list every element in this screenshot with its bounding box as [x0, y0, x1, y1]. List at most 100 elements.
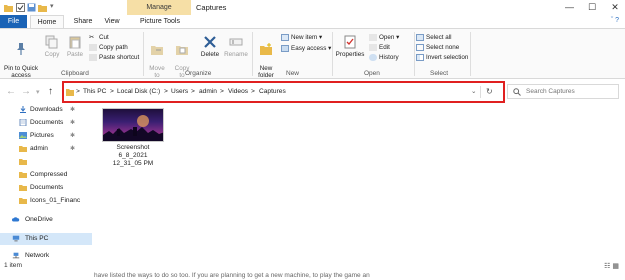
- select-none-icon: [416, 44, 424, 51]
- close-button[interactable]: ✕: [611, 0, 619, 15]
- paste-shortcut-button[interactable]: Paste shortcut: [89, 54, 139, 62]
- back-arrow-icon[interactable]: ←: [6, 86, 16, 97]
- group-open-label: Open: [364, 70, 380, 77]
- pin-icon: ✱: [70, 120, 76, 126]
- new-folder-icon: [260, 43, 272, 55]
- separator: [470, 32, 471, 76]
- nav-label: Documents: [30, 119, 64, 126]
- tab-picture-tools[interactable]: Picture Tools: [130, 15, 190, 28]
- cut-button[interactable]: ✂ Cut: [89, 34, 109, 42]
- open-button[interactable]: Open ▾: [369, 34, 399, 42]
- group-select-label: Select: [430, 70, 449, 77]
- folder-icon: [19, 172, 27, 178]
- view-mode-icons[interactable]: ☷ ▦: [604, 262, 619, 270]
- address-highlight-box: [62, 81, 505, 103]
- file-list: Screenshot 6_8_2021 12_31_05 PM: [93, 104, 625, 274]
- file-thumbnail: [102, 108, 164, 142]
- edit-button[interactable]: Edit: [369, 44, 390, 52]
- nav-item-network[interactable]: Network: [0, 250, 92, 262]
- tab-file[interactable]: File: [0, 15, 27, 28]
- new-folder-button[interactable]: New folder: [254, 35, 278, 79]
- title-bar: ▾ Manage Captures — ☐ ✕: [0, 0, 625, 15]
- easy-access-button[interactable]: Easy access ▾: [281, 45, 331, 53]
- easy-access-icon: [281, 45, 289, 52]
- rename-button[interactable]: Rename: [223, 35, 249, 58]
- status-bar: 1 item ☷ ▦: [0, 262, 625, 272]
- paste-button[interactable]: Paste: [64, 35, 86, 58]
- move-to-button[interactable]: Move to: [146, 35, 168, 79]
- maximize-button[interactable]: ☐: [588, 0, 596, 15]
- select-all-icon: [416, 34, 424, 41]
- new-item-icon: [281, 34, 289, 41]
- nav-item-this-pc[interactable]: This PC: [0, 233, 92, 245]
- window-title: Captures: [196, 3, 227, 12]
- nav-item-compressed[interactable]: Compressed: [0, 169, 92, 181]
- new-item-button[interactable]: New item ▾: [281, 34, 322, 42]
- group-new-label: New: [286, 70, 300, 77]
- nav-item-onedrive[interactable]: OneDrive: [0, 214, 92, 226]
- rename-label: Rename: [224, 51, 248, 58]
- nav-label: Icons_01_Financ: [30, 197, 81, 204]
- nav-item-admin[interactable]: admin ✱: [0, 143, 92, 155]
- nav-item-icons[interactable]: Icons_01_Financ: [0, 195, 92, 207]
- invert-selection-label: Invert selection: [426, 54, 469, 62]
- edit-label: Edit: [379, 44, 390, 52]
- separator: [143, 32, 144, 76]
- customize-qa-icon[interactable]: ▾: [50, 2, 54, 10]
- tab-share[interactable]: Share: [70, 15, 96, 28]
- folder-icon: [19, 159, 27, 165]
- properties-button[interactable]: Properties: [334, 35, 366, 58]
- select-all-button[interactable]: Select all: [416, 34, 452, 42]
- nav-item-empty-folder[interactable]: [0, 156, 92, 168]
- paste-label: Paste: [66, 51, 84, 58]
- file-item[interactable]: Screenshot 6_8_2021 12_31_05 PM: [100, 107, 166, 175]
- up-arrow-icon[interactable]: ↑: [48, 86, 53, 97]
- manage-tab[interactable]: Manage: [127, 0, 191, 15]
- checkmark-icon[interactable]: [16, 3, 25, 12]
- cloud-icon: [12, 217, 20, 222]
- search-input[interactable]: [526, 86, 614, 97]
- tab-view[interactable]: View: [100, 15, 124, 28]
- history-label: History: [379, 54, 399, 62]
- history-button[interactable]: History: [369, 54, 399, 62]
- nav-label: Compressed: [30, 171, 68, 178]
- group-organize-label: Organize: [185, 70, 212, 77]
- pin-quick-access-button[interactable]: Pin to Quick access: [2, 35, 40, 79]
- help-icon[interactable]: ˇ ?: [611, 17, 619, 24]
- properties-label: Properties: [335, 51, 365, 58]
- open-icon: [369, 34, 377, 41]
- select-none-button[interactable]: Select none: [416, 44, 459, 52]
- group-clipboard-label: Clipboard: [61, 70, 89, 77]
- nav-item-documents-folder[interactable]: Documents: [0, 182, 92, 194]
- recent-locations-icon[interactable]: ▾: [36, 88, 40, 96]
- invert-selection-button[interactable]: Invert selection: [416, 54, 468, 62]
- pin-icon: ✱: [70, 133, 76, 139]
- copy-path-button[interactable]: Copy path: [89, 44, 128, 52]
- nav-item-downloads[interactable]: Downloads ✱: [0, 104, 92, 116]
- nav-item-pictures[interactable]: Pictures ✱: [0, 130, 92, 142]
- ribbon: Pin to Quick access Copy Paste ✂ Cut Copy…: [0, 28, 625, 79]
- paste-shortcut-icon: [89, 54, 97, 61]
- nav-label: Downloads: [30, 106, 63, 113]
- search-box[interactable]: [507, 84, 619, 99]
- delete-button[interactable]: Delete: [198, 35, 222, 58]
- copy-path-label: Copy path: [99, 44, 128, 52]
- folder-icon[interactable]: [38, 3, 47, 12]
- forward-arrow-icon[interactable]: →: [21, 86, 31, 97]
- nav-label: Documents: [30, 184, 64, 191]
- rename-icon: [229, 38, 243, 46]
- minimize-button[interactable]: —: [565, 0, 574, 15]
- separator: [252, 32, 253, 76]
- folder-icon: [19, 185, 27, 191]
- copy-button[interactable]: Copy: [42, 35, 62, 58]
- navigation-pane: Downloads ✱ Documents ✱ Pictures ✱ admin…: [0, 104, 92, 274]
- invert-selection-icon: [416, 54, 424, 61]
- save-icon[interactable]: [27, 3, 36, 12]
- edit-icon: [369, 44, 377, 51]
- nav-label: OneDrive: [25, 216, 53, 223]
- tab-home[interactable]: Home: [30, 15, 64, 28]
- file-name: Screenshot 6_8_2021 12_31_05 PM: [112, 144, 154, 167]
- documents-icon: [19, 119, 27, 126]
- nav-item-documents[interactable]: Documents ✱: [0, 117, 92, 129]
- folder-icon: [19, 198, 27, 204]
